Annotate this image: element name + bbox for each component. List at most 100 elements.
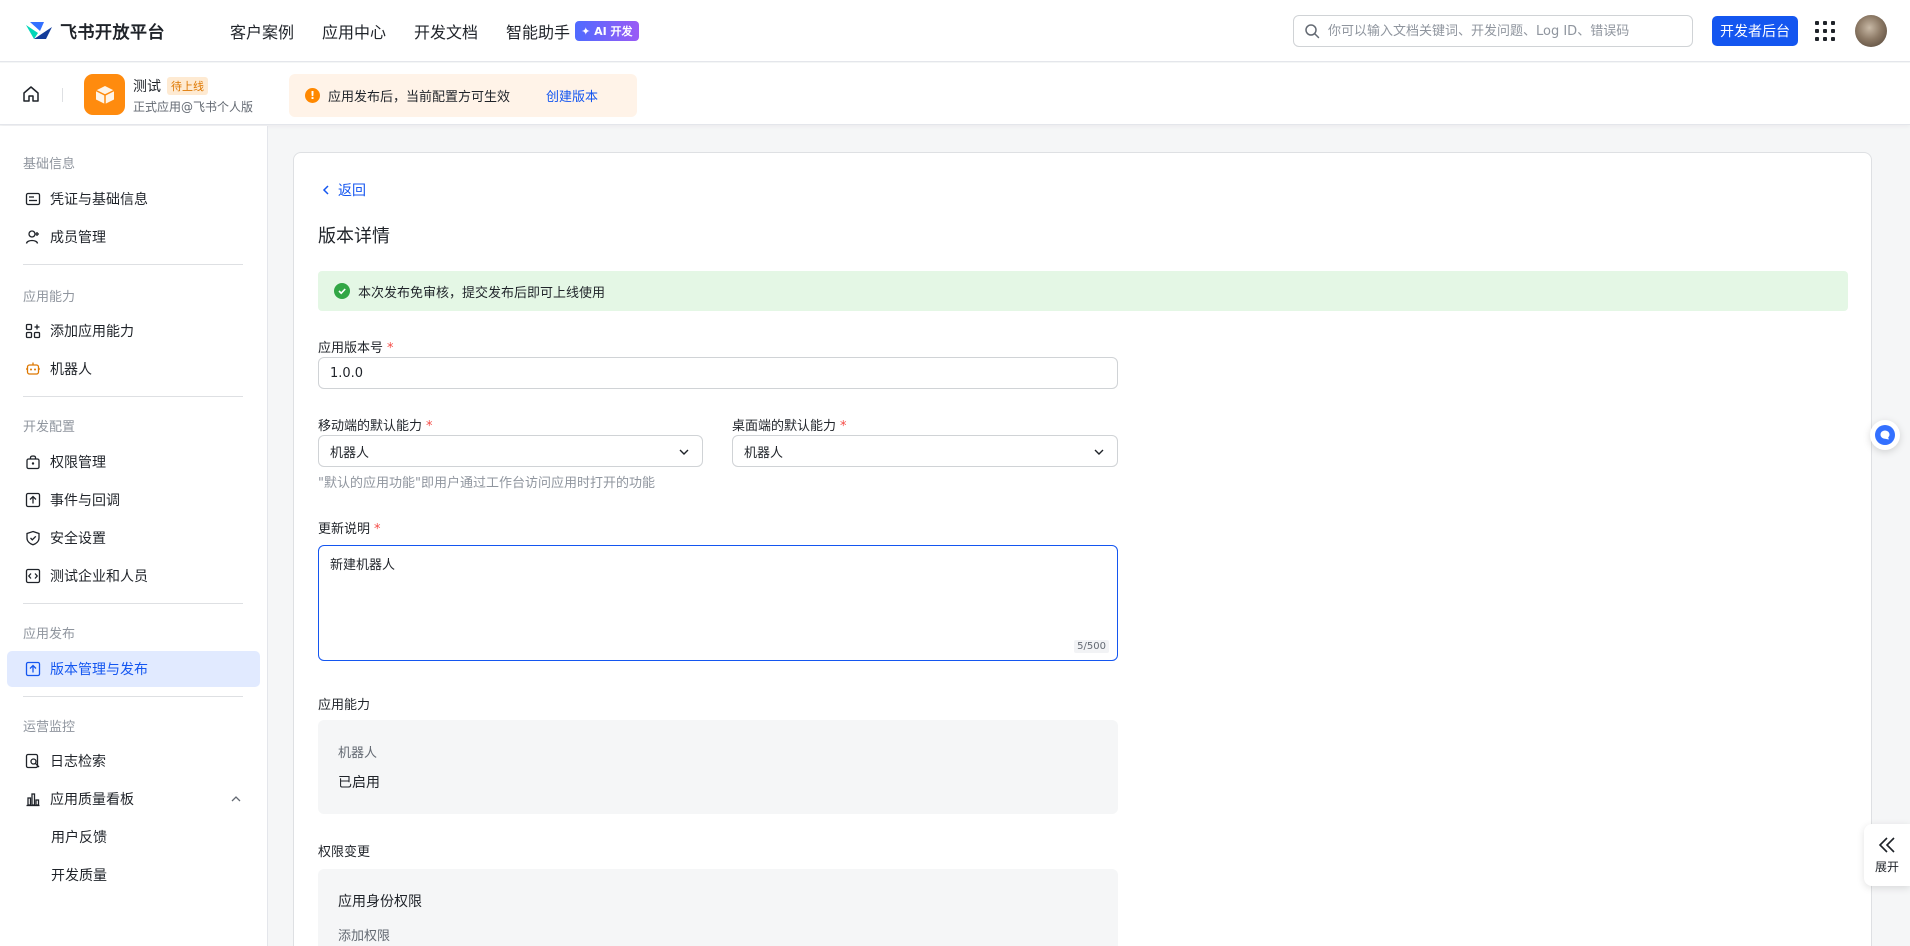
version-label: 应用版本号 * [318, 337, 394, 356]
chart-icon [25, 791, 41, 807]
chevron-left-icon [322, 185, 329, 195]
event-icon [25, 492, 41, 508]
sidebar-group-monitoring: 运营监控 [23, 720, 76, 735]
search-icon [1305, 24, 1320, 39]
sidebar-item-add-capability[interactable]: 添加应用能力 [7, 313, 260, 349]
sidebar-item-version-release[interactable]: 版本管理与发布 [7, 651, 260, 687]
mobile-default-label: 移动端的默认能力 * [318, 415, 433, 434]
sidebar-item-dev-quality[interactable]: 开发质量 [7, 857, 260, 893]
sidebar-item-label: 应用质量看板 [50, 792, 134, 808]
sidebar-item-label: 版本管理与发布 [50, 662, 148, 678]
app-name: 测试 [133, 79, 161, 95]
desktop-default-value: 机器人 [744, 445, 784, 461]
sidebar-group-release: 应用发布 [23, 627, 76, 642]
nav-customer-cases[interactable]: 客户案例 [230, 19, 294, 43]
sidebar-item-label: 凭证与基础信息 [50, 192, 148, 208]
sidebar-divider [23, 264, 243, 265]
apps-grid-icon[interactable] [1815, 21, 1835, 41]
app-type: 正式应用@飞书个人版 [133, 100, 254, 114]
chat-bubble-icon [1875, 425, 1895, 445]
chevron-down-icon [679, 449, 689, 455]
sidebar-item-label: 用户反馈 [51, 830, 107, 846]
back-label: 返回 [338, 183, 366, 199]
search-input[interactable] [1328, 23, 1668, 39]
required-mark: * [426, 419, 433, 434]
sidebar-item-quality-board[interactable]: 应用质量看板 [7, 781, 260, 817]
required-mark: * [374, 522, 381, 537]
check-circle-icon [334, 283, 350, 299]
sidebar-item-test-users[interactable]: 测试企业和人员 [7, 558, 260, 594]
required-mark: * [840, 419, 847, 434]
sidebar-item-security[interactable]: 安全设置 [7, 520, 260, 556]
permission-type: 应用身份权限 [338, 894, 422, 910]
sidebar-item-user-feedback[interactable]: 用户反馈 [7, 819, 260, 855]
search-box[interactable] [1293, 15, 1693, 47]
review-free-banner: 本次发布免审核，提交发布后即可上线使用 [318, 271, 1848, 311]
sidebar-item-robot[interactable]: 机器人 [7, 351, 260, 387]
assistant-bubble[interactable] [1870, 420, 1900, 450]
top-navbar: 飞书开放平台 客户案例 应用中心 开发文档 智能助手 ✦ AI 开发 开发者后台 [0, 0, 1910, 62]
release-notes-label: 更新说明 * [318, 518, 381, 537]
sidebar-divider [23, 603, 243, 604]
permission-icon [25, 454, 41, 470]
robot-icon [25, 361, 41, 377]
app-icon [84, 74, 125, 115]
page-title: 版本详情 [318, 226, 390, 247]
chevron-up-icon [231, 796, 241, 802]
release-notes-label-text: 更新说明 [318, 522, 371, 537]
create-version-link[interactable]: 创建版本 [546, 86, 598, 105]
nav-ai-assistant[interactable]: 智能助手 ✦ AI 开发 [506, 19, 639, 43]
default-capability-hint: "默认的应用功能"即用户通过工作台访问应用时打开的功能 [318, 476, 655, 491]
desktop-default-select[interactable]: 机器人 [732, 435, 1118, 467]
sidebar-item-permissions[interactable]: 权限管理 [7, 444, 260, 480]
capability-name: 机器人 [338, 746, 378, 761]
sidebar-item-label: 日志检索 [50, 754, 106, 770]
sidebar-item-label: 事件与回调 [50, 493, 120, 509]
required-mark: * [387, 341, 394, 356]
sidebar-item-label: 添加应用能力 [50, 324, 134, 340]
back-link[interactable]: 返回 [320, 180, 366, 200]
app-header: 测试 待上线 正式应用@飞书个人版 ! 应用发布后，当前配置方可生效 创建版本 [0, 63, 1910, 125]
release-notes-textarea[interactable]: 新建机器人 5/500 [318, 545, 1118, 661]
warning-icon: ! [305, 88, 320, 103]
version-detail-card: 返回 版本详情 本次发布免审核，提交发布后即可上线使用 应用版本号 * 1.0.0… [293, 152, 1872, 946]
desktop-default-label-text: 桌面端的默认能力 [732, 419, 837, 434]
user-avatar[interactable] [1855, 15, 1887, 47]
permission-box: 应用身份权限 添加权限 [318, 869, 1118, 946]
sidebar-item-members[interactable]: 成员管理 [7, 219, 260, 255]
sidebar-group-dev-config: 开发配置 [23, 420, 76, 435]
brand-logo[interactable]: 飞书开放平台 [24, 18, 206, 43]
test-icon [25, 568, 41, 584]
permission-action: 添加权限 [338, 929, 391, 944]
publish-notice: ! 应用发布后，当前配置方可生效 创建版本 [289, 74, 637, 117]
nav-ai-assistant-label: 智能助手 [506, 22, 571, 42]
version-input[interactable]: 1.0.0 [318, 357, 1118, 389]
sidebar-item-log-search[interactable]: 日志检索 [7, 743, 260, 779]
sidebar-item-label: 安全设置 [50, 531, 106, 547]
ai-dev-badge: ✦ AI 开发 [575, 20, 639, 41]
header-divider [62, 88, 63, 102]
add-capability-icon [25, 323, 41, 339]
sidebar-item-events[interactable]: 事件与回调 [7, 482, 260, 518]
brand-name: 飞书开放平台 [60, 23, 165, 43]
mobile-default-select[interactable]: 机器人 [318, 435, 703, 467]
double-chevron-left-icon [1878, 836, 1895, 853]
sidebar-item-label: 成员管理 [50, 230, 106, 246]
home-icon[interactable] [21, 84, 41, 104]
sidebar-divider [23, 396, 243, 397]
expand-label: 展开 [1874, 859, 1899, 874]
release-notes-value: 新建机器人 [330, 558, 396, 573]
nav-dev-docs[interactable]: 开发文档 [414, 19, 478, 43]
sidebar-item-credentials[interactable]: 凭证与基础信息 [7, 181, 260, 217]
capability-section-title: 应用能力 [318, 698, 371, 713]
nav-app-center[interactable]: 应用中心 [322, 19, 386, 43]
sidebar-item-label: 权限管理 [50, 455, 106, 471]
expand-panel-button[interactable]: 展开 [1864, 824, 1910, 886]
char-counter: 5/500 [1074, 640, 1109, 653]
security-icon [25, 530, 41, 546]
box-icon [95, 85, 114, 104]
developer-console-button[interactable]: 开发者后台 [1712, 16, 1798, 46]
sidebar-divider [23, 696, 243, 697]
sidebar: 基础信息 凭证与基础信息 成员管理 应用能力 添加应用能力 机器人 开发配置 权… [0, 126, 268, 946]
sidebar-item-label: 机器人 [50, 362, 92, 378]
